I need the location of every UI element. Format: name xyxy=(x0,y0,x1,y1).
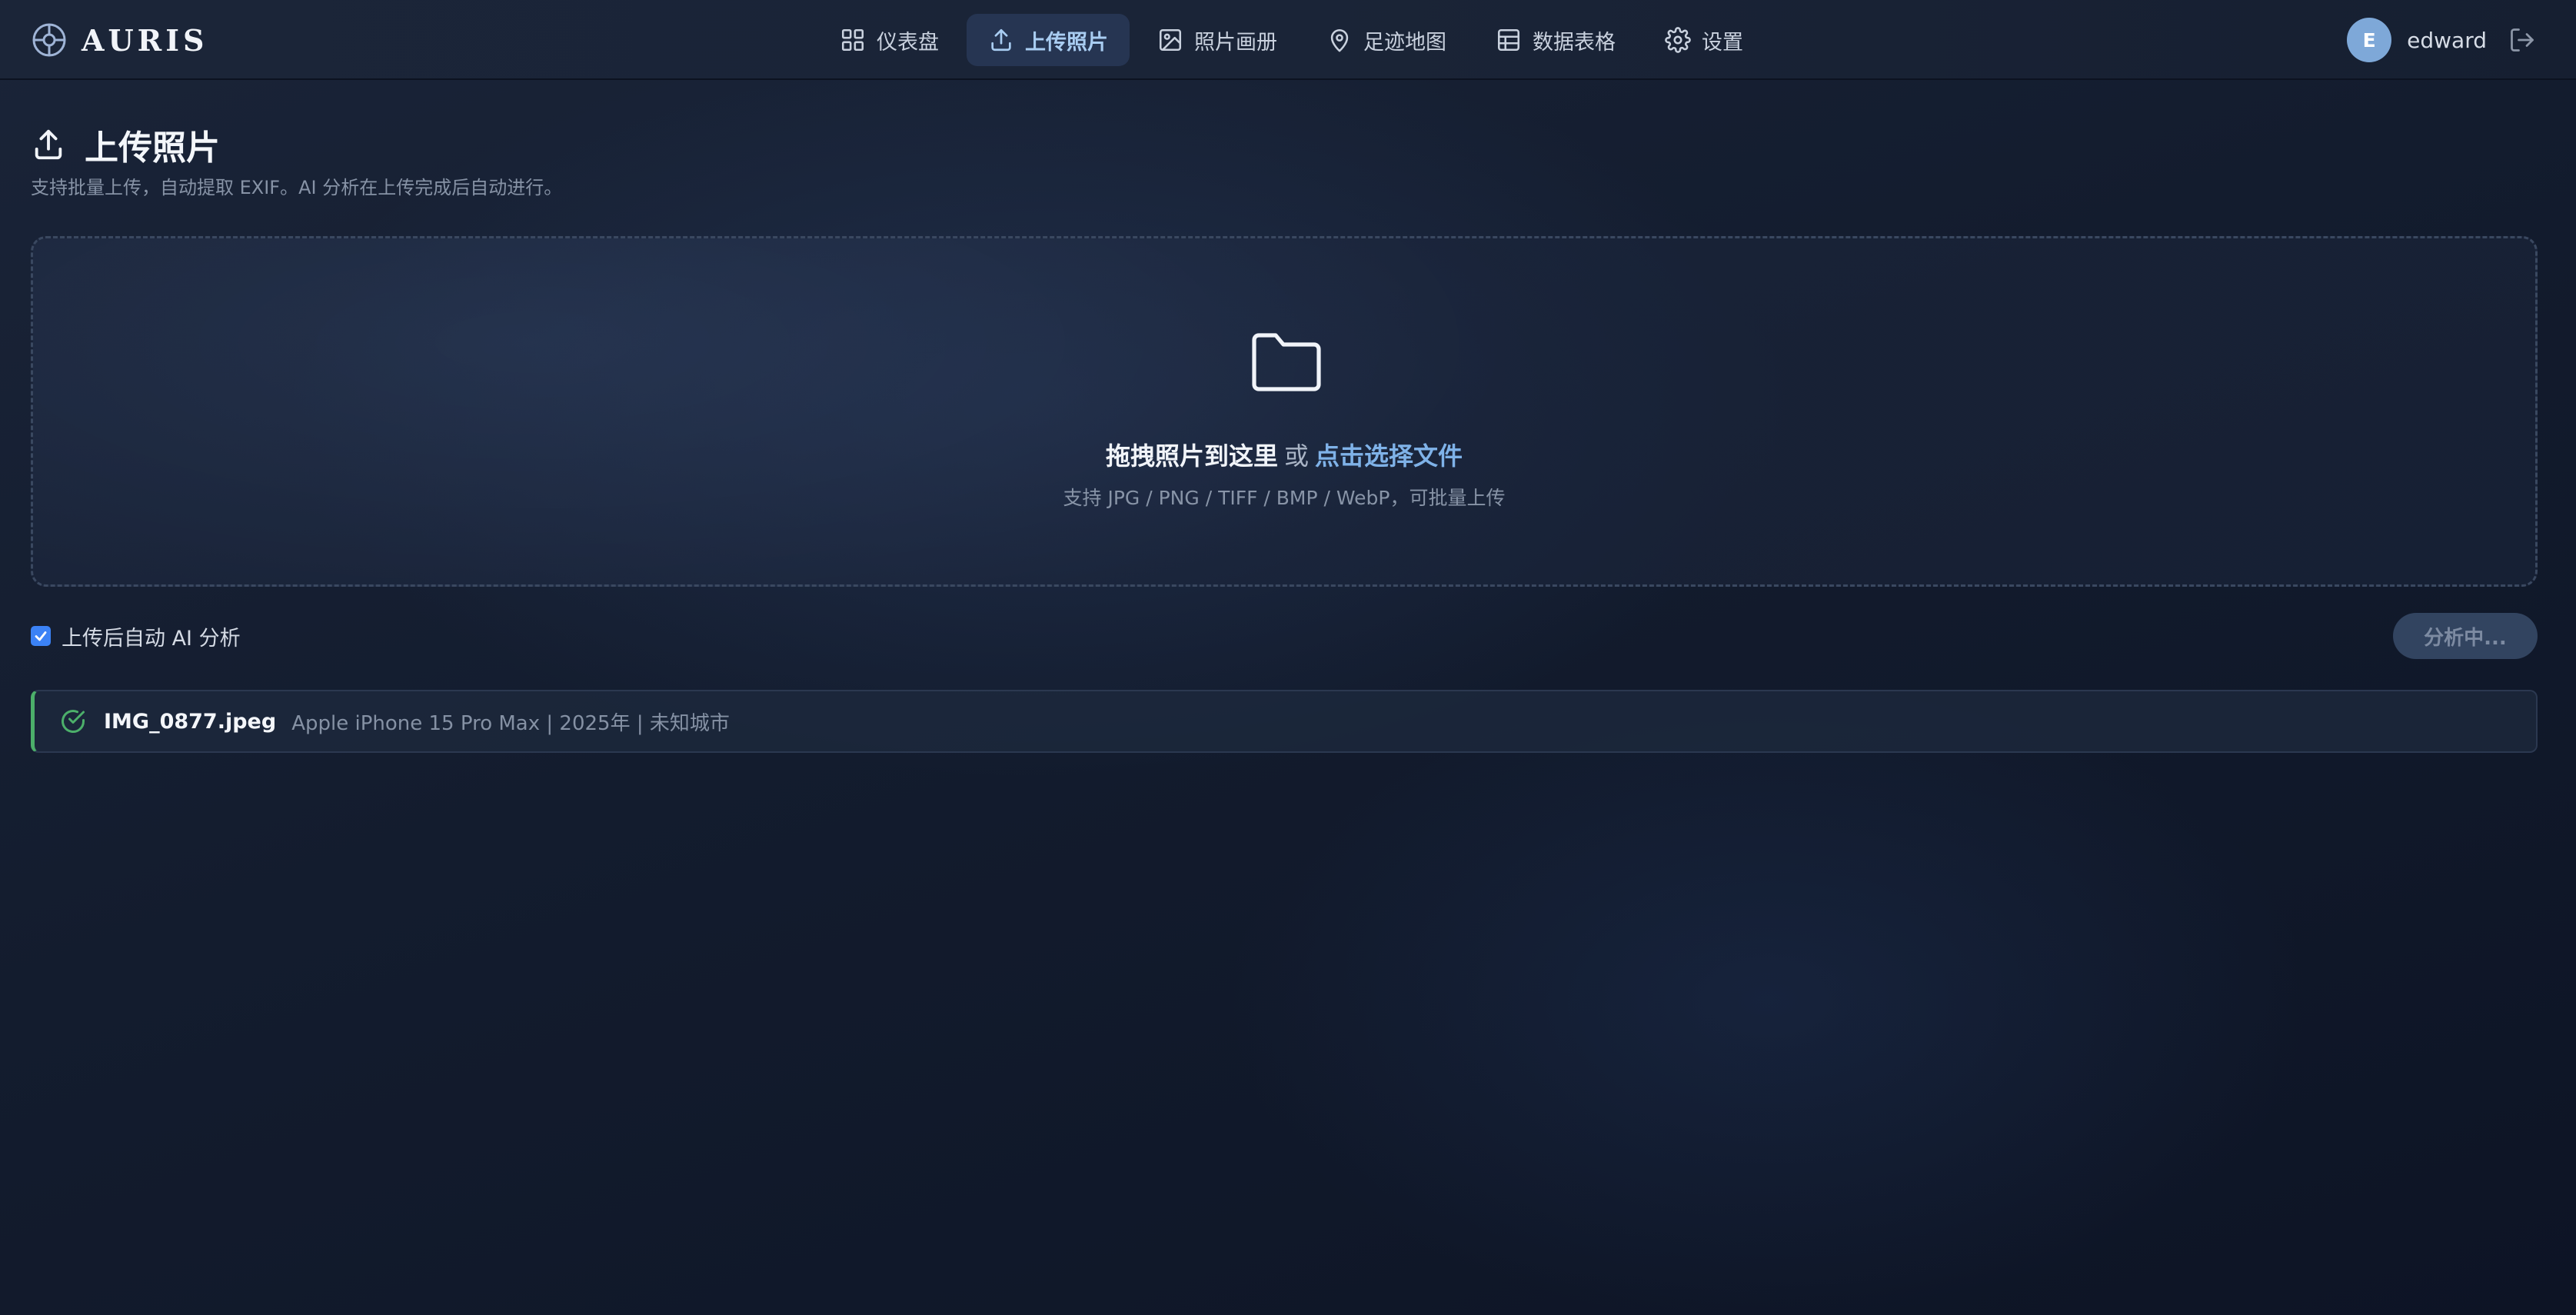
dropzone-hint: 支持 JPG / PNG / TIFF / BMP / WebP，可批量上传 xyxy=(1063,487,1506,509)
nav-item-dashboard[interactable]: 仪表盘 xyxy=(818,14,960,66)
nav-item-label: 设置 xyxy=(1702,30,1743,55)
auto-ai-label: 上传后自动 AI 分析 xyxy=(62,626,241,651)
nav-item-map[interactable]: 足迹地图 xyxy=(1305,14,1468,66)
nav-item-album[interactable]: 照片画册 xyxy=(1136,14,1299,66)
nav-item-label: 仪表盘 xyxy=(877,30,939,55)
file-meta: Apple iPhone 15 Pro Max | 2025年 | 未知城市 xyxy=(291,711,730,735)
analyze-button[interactable]: 分析中... xyxy=(2393,613,2538,659)
nav-item-table[interactable]: 数据表格 xyxy=(1474,14,1637,66)
user-menu: E edward xyxy=(2347,18,2536,62)
nav-item-upload[interactable]: 上传照片 xyxy=(967,14,1130,66)
dropzone-title: 拖拽照片到这里或点击选择文件 xyxy=(33,437,2535,472)
brand-logo[interactable]: AURIS xyxy=(31,22,208,58)
map-pin-icon xyxy=(1330,28,1349,52)
grid-icon xyxy=(841,28,864,52)
top-navbar: AURIS 仪表盘 上传照片 照片画册 足迹地图 数据表格 设置 E edwar… xyxy=(0,0,2576,80)
nav-item-settings[interactable]: 设置 xyxy=(1643,14,1765,66)
aperture-icon xyxy=(32,23,66,57)
gear-icon xyxy=(1665,27,1691,53)
checkbox-checked[interactable] xyxy=(31,626,51,646)
nav-item-label: 数据表格 xyxy=(1533,30,1616,55)
nav-item-label: 照片画册 xyxy=(1194,30,1277,55)
page-subtitle: 支持批量上传，自动提取 EXIF。AI 分析在上传完成后自动进行。 xyxy=(31,177,563,198)
dropzone-or-text: 或 xyxy=(1283,441,1309,471)
upload-dropzone[interactable]: 拖拽照片到这里或点击选择文件 支持 JPG / PNG / TIFF / BMP… xyxy=(31,236,2538,587)
username: edward xyxy=(2407,27,2487,53)
upload-icon xyxy=(35,129,62,160)
dropzone-drag-text: 拖拽照片到这里 xyxy=(1105,441,1278,471)
page-header: 上传照片 xyxy=(31,120,220,169)
table-icon xyxy=(1497,28,1520,52)
select-file-link[interactable]: 点击选择文件 xyxy=(1315,441,1463,471)
file-name: IMG_0877.jpeg xyxy=(104,709,277,734)
upload-icon xyxy=(991,28,1011,52)
folder-icon xyxy=(1252,333,1321,391)
avatar[interactable]: E xyxy=(2347,18,2392,62)
auto-ai-checkbox[interactable]: 上传后自动 AI 分析 xyxy=(31,621,241,651)
nav-item-label: 足迹地图 xyxy=(1363,30,1446,55)
check-circle-icon xyxy=(62,710,85,733)
upload-file-item: IMG_0877.jpeg Apple iPhone 15 Pro Max | … xyxy=(31,690,2538,753)
image-icon xyxy=(1159,28,1182,52)
brand-name: AURIS xyxy=(82,22,208,58)
logout-icon[interactable] xyxy=(2508,26,2536,54)
nav-item-label: 上传照片 xyxy=(1025,30,1108,55)
page-title: 上传照片 xyxy=(85,128,220,168)
main-nav: 仪表盘 上传照片 照片画册 足迹地图 数据表格 设置 xyxy=(818,14,1765,66)
check-icon xyxy=(35,631,47,641)
